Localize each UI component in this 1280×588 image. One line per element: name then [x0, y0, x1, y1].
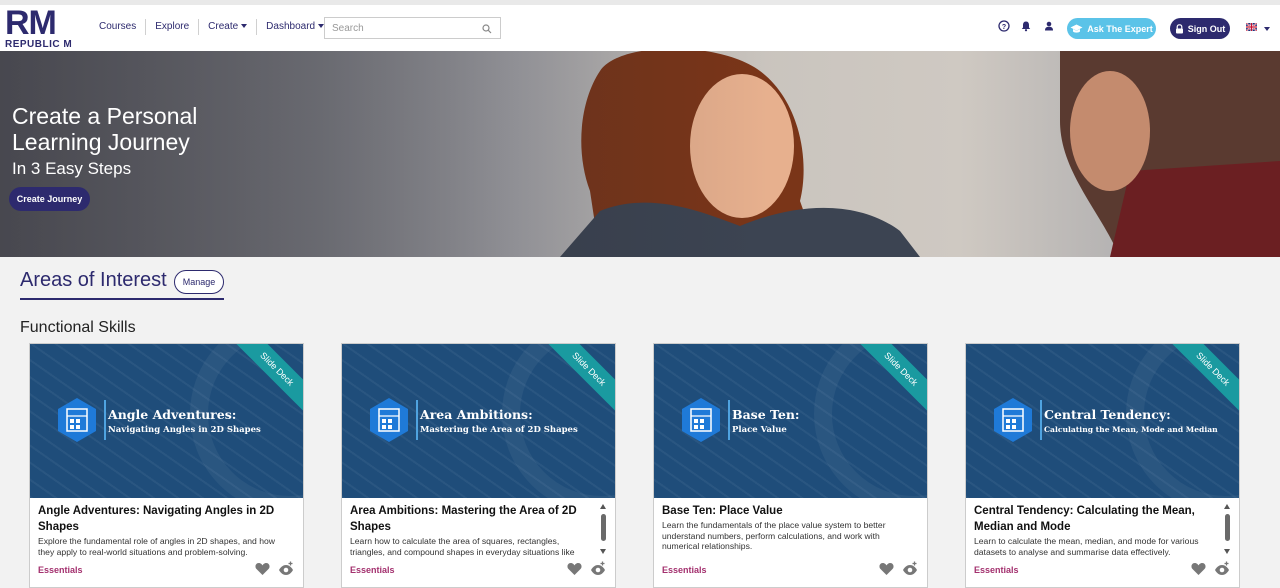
- nav-dashboard-label: Dashboard: [266, 21, 316, 32]
- thumb-title: Angle Adventures:: [108, 407, 237, 422]
- create-journey-button[interactable]: Create Journey: [9, 187, 90, 211]
- card-thumbnail[interactable]: Slide Deck Base Ten: Place Value: [654, 344, 927, 498]
- heart-icon[interactable]: [255, 562, 270, 576]
- essentials-tag[interactable]: Essentials: [662, 565, 707, 575]
- card-description: Learn how to calculate the area of squar…: [350, 536, 575, 557]
- card-scrollbar[interactable]: [1224, 504, 1231, 556]
- hero-subtitle: In 3 Easy Steps: [12, 159, 132, 178]
- eye-add-icon[interactable]: [590, 561, 606, 576]
- essentials-tag[interactable]: Essentials: [38, 565, 83, 575]
- sign-out-button[interactable]: Sign Out: [1170, 18, 1230, 39]
- card-title[interactable]: Central Tendency: Calculating the Mean, …: [974, 504, 1219, 535]
- thumb-subtitle: Calculating the Mean, Mode and Median: [1044, 425, 1218, 434]
- thumb-subtitle: Mastering the Area of 2D Shapes: [420, 425, 578, 435]
- heart-icon[interactable]: [567, 562, 582, 576]
- calculator-hexagon-icon: [58, 398, 96, 442]
- calculator-hexagon-icon: [370, 398, 408, 442]
- course-card[interactable]: Slide Deck Base Ten: Place Value Base Te…: [653, 343, 928, 588]
- logo-mark: RM: [5, 4, 57, 42]
- eye-add-icon[interactable]: [902, 561, 918, 576]
- scroll-up-arrow-icon[interactable]: [600, 504, 606, 509]
- ask-expert-label: Ask The Expert: [1087, 23, 1153, 34]
- card-title[interactable]: Angle Adventures: Navigating Angles in 2…: [38, 504, 283, 535]
- language-dropdown-caret-icon[interactable]: [1264, 27, 1270, 31]
- card-description: Learn to calculate the mean, median, and…: [974, 536, 1199, 557]
- card-thumbnail[interactable]: Slide Deck Angle Adventures: Navigating …: [30, 344, 303, 498]
- card-description: Learn the fundamentals of the place valu…: [662, 520, 886, 551]
- uk-flag-icon[interactable]: [1246, 23, 1257, 31]
- scroll-up-arrow-icon[interactable]: [1224, 504, 1230, 509]
- course-card[interactable]: Slide Deck Central Tendency: Calculating…: [965, 343, 1240, 588]
- eye-add-icon[interactable]: [1214, 561, 1230, 576]
- graduation-cap-icon: [1070, 24, 1083, 33]
- chevron-down-icon: [241, 24, 248, 29]
- card-description: Explore the fundamental role of angles i…: [38, 536, 275, 557]
- manage-button[interactable]: Manage: [174, 270, 224, 294]
- scroll-down-arrow-icon[interactable]: [600, 549, 606, 554]
- lock-icon: [1175, 23, 1183, 33]
- nav-create-dropdown[interactable]: Create: [198, 19, 256, 35]
- nav-courses[interactable]: Courses: [90, 19, 145, 35]
- scroll-down-arrow-icon[interactable]: [1224, 549, 1230, 554]
- search-icon[interactable]: [482, 24, 492, 34]
- essentials-tag[interactable]: Essentials: [974, 565, 1019, 575]
- ask-expert-button[interactable]: Ask The Expert: [1067, 18, 1156, 39]
- card-title[interactable]: Base Ten: Place Value: [662, 504, 907, 520]
- card-thumbnail[interactable]: Slide Deck Area Ambitions: Mastering the…: [342, 344, 615, 498]
- thumb-subtitle: Navigating Angles in 2D Shapes: [108, 425, 261, 435]
- essentials-tag[interactable]: Essentials: [350, 565, 395, 575]
- scrollbar-thumb[interactable]: [1225, 514, 1230, 541]
- logo-text: REPUBLIC M: [5, 39, 73, 50]
- calculator-hexagon-icon: [994, 398, 1032, 442]
- logo[interactable]: RM REPUBLIC M: [5, 4, 77, 51]
- course-card[interactable]: Slide Deck Angle Adventures: Navigating …: [29, 343, 304, 588]
- nav-courses-label: Courses: [99, 21, 137, 32]
- help-icon[interactable]: ?: [998, 20, 1010, 32]
- card-scrollbar[interactable]: [600, 504, 607, 556]
- thumb-divider: [1040, 400, 1042, 440]
- areas-of-interest-title: Areas of Interest: [20, 269, 167, 291]
- nav-dashboard-dropdown[interactable]: Dashboard: [256, 19, 333, 35]
- nav-explore-label: Explore: [155, 21, 190, 32]
- hero-banner: Create a Personal Learning Journey In 3 …: [0, 51, 1280, 257]
- section-title: Functional Skills: [20, 319, 136, 336]
- eye-add-icon[interactable]: [278, 561, 294, 576]
- areas-underline: [20, 298, 224, 300]
- calculator-hexagon-icon: [682, 398, 720, 442]
- scrollbar-thumb[interactable]: [601, 514, 606, 541]
- heart-icon[interactable]: [879, 562, 894, 576]
- nav-create-label: Create: [208, 21, 239, 32]
- top-navbar: RM REPUBLIC M Courses Explore Create Das…: [0, 0, 1280, 51]
- search-input[interactable]: [324, 17, 501, 39]
- svg-text:?: ?: [1002, 24, 1006, 31]
- thumb-subtitle: Place Value: [732, 425, 787, 435]
- thumb-title: Area Ambitions:: [420, 407, 533, 422]
- nav-explore[interactable]: Explore: [145, 19, 198, 35]
- thumb-title: Central Tendency:: [1044, 407, 1171, 422]
- card-thumbnail[interactable]: Slide Deck Central Tendency: Calculating…: [966, 344, 1239, 498]
- thumb-title: Base Ten:: [732, 407, 800, 422]
- hero-title: Create a Personal Learning Journey: [12, 103, 198, 155]
- card-title[interactable]: Area Ambitions: Mastering the Area of 2D…: [350, 504, 595, 535]
- thumb-divider: [728, 400, 730, 440]
- user-icon[interactable]: [1043, 20, 1055, 32]
- nav-links: Courses Explore Create Dashboard: [90, 16, 333, 38]
- sign-out-label: Sign Out: [1187, 23, 1226, 34]
- thumb-divider: [104, 400, 106, 440]
- bell-icon[interactable]: [1020, 20, 1032, 32]
- heart-icon[interactable]: [1191, 562, 1206, 576]
- thumb-divider: [416, 400, 418, 440]
- course-card[interactable]: Slide Deck Area Ambitions: Mastering the…: [341, 343, 616, 588]
